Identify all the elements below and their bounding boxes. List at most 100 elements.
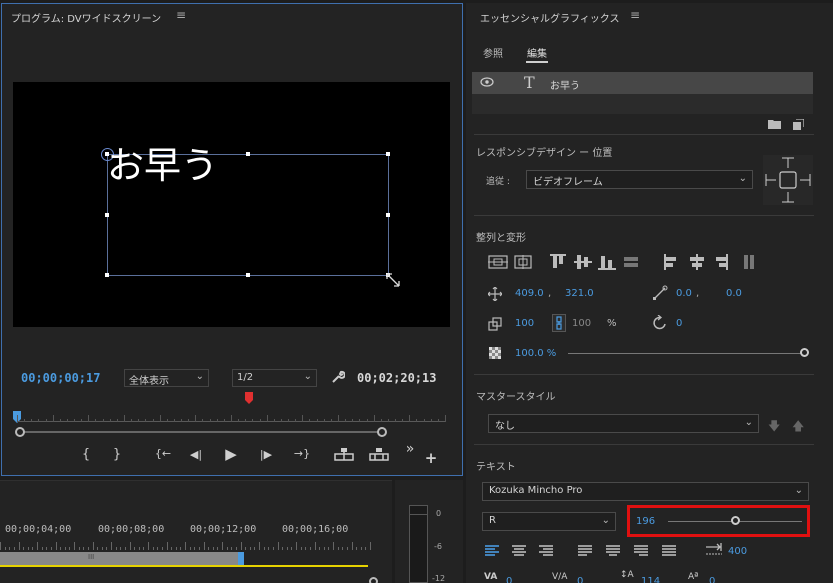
add-button[interactable]: + xyxy=(424,449,438,467)
kerning-icon[interactable]: VA xyxy=(484,572,497,582)
push-down-icon[interactable]: 🡇 xyxy=(768,417,780,438)
master-style-select[interactable]: なし ⌄ xyxy=(488,414,759,433)
separator xyxy=(474,215,814,216)
font-style-select[interactable]: R ⌄ xyxy=(482,512,616,531)
font-style-value: R xyxy=(489,515,496,526)
timeline-tick xyxy=(27,547,29,550)
pin-to-edges-widget[interactable] xyxy=(763,155,813,205)
wrench-icon[interactable] xyxy=(331,370,345,384)
ruler-tick xyxy=(38,419,40,422)
link-scale-icon[interactable] xyxy=(552,314,566,332)
anchor-y-value[interactable]: 0.0 xyxy=(726,288,742,299)
resolution-select[interactable]: 1/2 ⌄ xyxy=(232,369,317,387)
zoom-scroll-left-handle[interactable] xyxy=(15,427,25,437)
push-up-icon[interactable]: 🡅 xyxy=(792,417,804,438)
scale-value[interactable]: 100 xyxy=(515,318,534,329)
lift-icon[interactable] xyxy=(334,447,354,461)
go-to-in-button[interactable]: {← xyxy=(151,447,175,460)
overlay-title-text[interactable]: お早う xyxy=(107,147,218,184)
handle-top-mid[interactable] xyxy=(246,152,250,156)
go-to-out-button[interactable]: →} xyxy=(290,447,314,460)
align-to-selection-icon[interactable] xyxy=(514,255,532,269)
font-size-slider-knob[interactable] xyxy=(731,516,740,525)
timeline-work-area-bar[interactable]: III xyxy=(0,552,240,565)
anchor-x-value[interactable]: 0.0 xyxy=(676,288,692,299)
opacity-slider-knob[interactable] xyxy=(800,348,809,357)
step-forward-button[interactable]: |▶ xyxy=(256,448,276,461)
font-size-value[interactable]: 196 xyxy=(636,516,655,527)
more-controls-button[interactable]: » xyxy=(403,441,417,457)
opacity-slider-track[interactable] xyxy=(568,353,804,354)
follow-select[interactable]: ビデオフレーム ⌄ xyxy=(526,170,753,189)
handle-top-left[interactable] xyxy=(105,152,109,156)
timeline-playhead-icon[interactable] xyxy=(238,552,244,566)
handle-mid-right[interactable] xyxy=(386,213,390,217)
timeline-tick xyxy=(286,547,288,550)
timeline-tick xyxy=(328,547,330,550)
ruler-tick xyxy=(52,415,54,422)
rotation-value[interactable]: 0 xyxy=(676,318,682,329)
play-button[interactable]: ▶ xyxy=(222,445,240,463)
timeline-tick xyxy=(124,547,126,550)
ruler-tick xyxy=(416,419,418,422)
timeline-tick xyxy=(32,547,34,550)
eye-icon[interactable] xyxy=(480,77,494,87)
baseline-shift-value[interactable]: 0 xyxy=(709,576,715,583)
mark-out-button[interactable]: } xyxy=(110,447,124,462)
position-move-icon[interactable] xyxy=(488,287,502,301)
mark-in-button[interactable]: { xyxy=(79,447,93,462)
rotation-icon[interactable] xyxy=(652,315,668,331)
chevron-down-icon: ⌄ xyxy=(794,485,803,496)
tracking-value[interactable]: 0 xyxy=(577,576,583,583)
timeline-tick xyxy=(101,547,103,550)
ruler-tick xyxy=(173,419,175,422)
scale-icon[interactable] xyxy=(488,317,502,331)
zoom-scroll-right-handle[interactable] xyxy=(377,427,387,437)
ruler-tick xyxy=(59,419,61,422)
separator xyxy=(474,134,814,135)
extract-icon[interactable] xyxy=(369,447,389,461)
timeline-zoom-handle[interactable] xyxy=(369,577,378,583)
timeline-tick xyxy=(222,542,223,550)
ruler-tick xyxy=(145,419,147,422)
leading-icon[interactable]: ↕A xyxy=(620,570,634,580)
ruler-tick xyxy=(74,419,76,422)
timeline-tick xyxy=(212,547,214,550)
hamburger-icon[interactable]: ≡ xyxy=(630,8,640,22)
folder-icon[interactable] xyxy=(768,119,781,129)
tab-width-value[interactable]: 400 xyxy=(728,546,747,557)
timeline-tick xyxy=(342,547,344,550)
playhead-marker-icon[interactable] xyxy=(245,392,253,404)
ruler-tick xyxy=(288,419,290,422)
tab-edit[interactable]: 編集 xyxy=(527,45,547,60)
font-family-select[interactable]: Kozuka Mincho Pro ⌄ xyxy=(482,482,809,501)
new-layer-icon[interactable] xyxy=(793,119,804,130)
timeline-time-label: 00;00;16;00 xyxy=(282,524,349,535)
timeline-tick xyxy=(74,542,75,550)
opacity-value[interactable]: 100.0 % xyxy=(515,348,556,359)
zoom-scrollbar[interactable] xyxy=(20,431,382,433)
leading-value[interactable]: 114 xyxy=(641,576,660,583)
timeline-tick xyxy=(13,547,15,550)
tab-width-icon[interactable] xyxy=(705,543,723,555)
handle-bottom-left[interactable] xyxy=(105,273,109,277)
position-x-value[interactable]: 409.0 xyxy=(515,288,544,299)
hamburger-icon[interactable]: ≡ xyxy=(176,8,186,22)
ruler-tick xyxy=(131,419,133,422)
kerning-value[interactable]: 0 xyxy=(506,576,512,583)
ruler-tick xyxy=(102,419,104,422)
handle-bottom-mid[interactable] xyxy=(246,273,250,277)
tracking-icon[interactable]: V/A xyxy=(552,572,567,582)
step-back-button[interactable]: ◀| xyxy=(186,448,206,461)
handle-mid-left[interactable] xyxy=(105,213,109,217)
tab-browse[interactable]: 参照 xyxy=(483,45,503,60)
anchor-point-icon[interactable] xyxy=(652,285,668,301)
handle-top-right[interactable] xyxy=(386,152,390,156)
timeline-tick xyxy=(268,547,270,550)
align-to-frame-icon[interactable] xyxy=(488,255,508,269)
current-timecode[interactable]: 00;00;00;17 xyxy=(21,371,100,385)
zoom-select[interactable]: 全体表示 ⌄ xyxy=(124,369,209,387)
position-y-value[interactable]: 321.0 xyxy=(565,288,594,299)
active-tab-indicator xyxy=(526,61,548,63)
baseline-shift-icon[interactable]: Aª xyxy=(688,572,698,582)
